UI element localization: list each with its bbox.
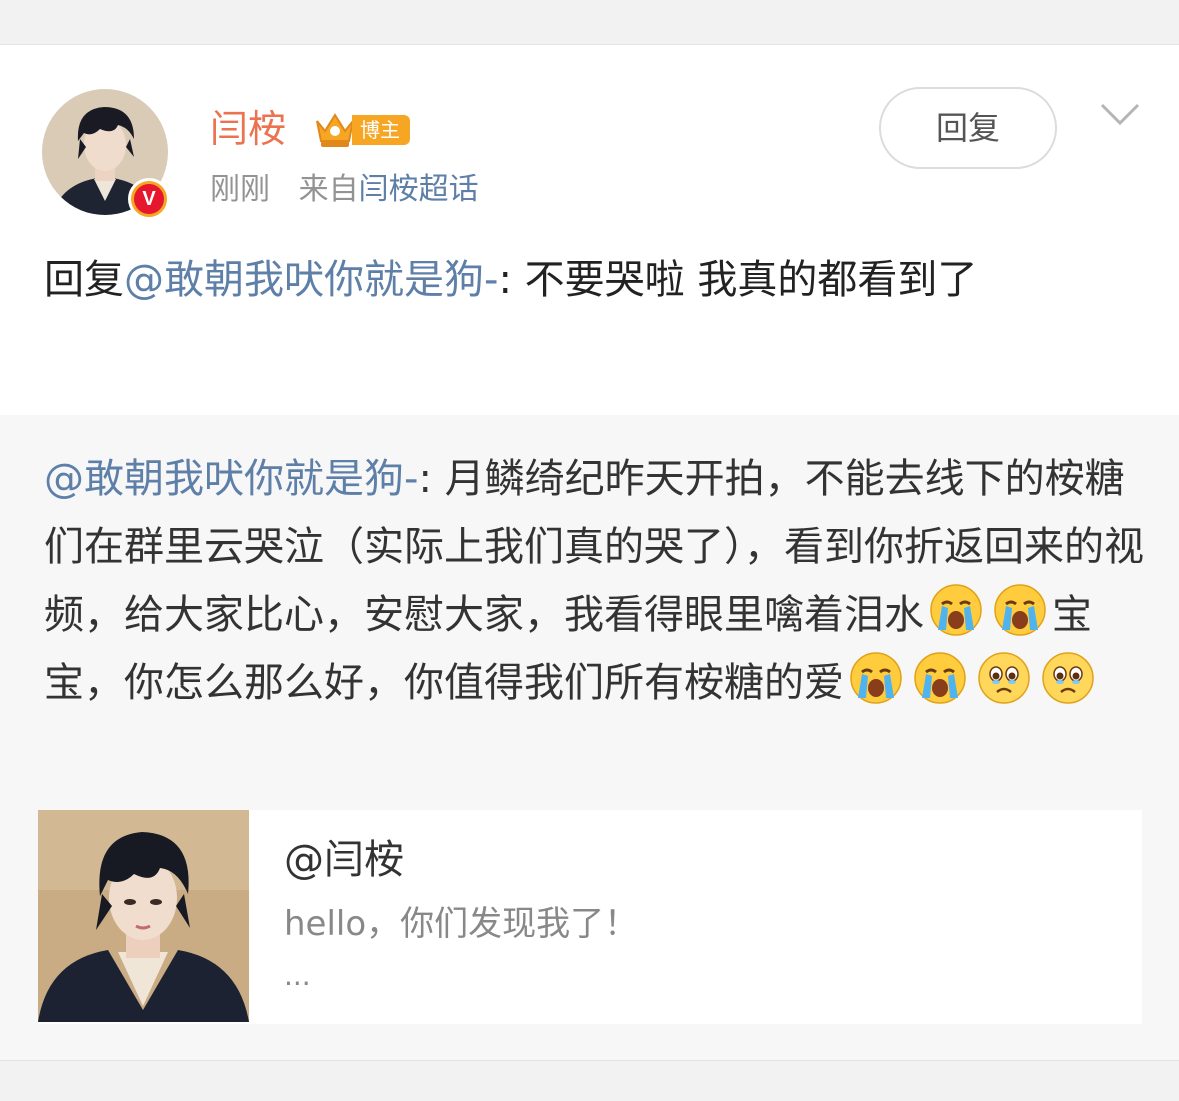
quoted-text: @敢朝我吠你就是狗-: 月鳞绮纪昨天开拍，不能去线下的桉糖们在群里云哭泣（实际上… — [44, 445, 1144, 717]
reply-text: 回复@敢朝我吠你就是狗-: 不要哭啦 我真的都看到了 — [44, 245, 1144, 315]
chevron-down-icon[interactable] — [1098, 99, 1142, 129]
quoted-mention-link[interactable]: @敢朝我吠你就是狗- — [44, 456, 418, 502]
blogger-badge: 博主 — [352, 115, 410, 145]
crying-emoji-icon — [914, 652, 966, 704]
quoted-post[interactable]: @敢朝我吠你就是狗-: 月鳞绮纪昨天开拍，不能去线下的桉糖们在群里云哭泣（实际上… — [0, 415, 1179, 1060]
crying-emoji-icon — [850, 652, 902, 704]
author-name[interactable]: 闫桉 — [210, 103, 286, 155]
teary-eyed-emoji-icon — [1042, 652, 1094, 704]
crown-icon — [316, 113, 354, 147]
weibo-post: V 闫桉 博主 刚刚 来自闫桉超话 回复 回复@敢朝我吠你就是狗-: 不要哭啦 … — [0, 45, 1179, 1060]
top-separator — [0, 0, 1179, 45]
crying-emoji-icon — [994, 584, 1046, 636]
teary-eyed-emoji-icon — [978, 652, 1030, 704]
card-ellipsis: ... — [284, 959, 311, 992]
reply-button[interactable]: 回复 — [879, 87, 1057, 169]
card-description: hello，你们发现我了！ — [284, 904, 639, 944]
card-thumbnail — [38, 810, 249, 1022]
source-link[interactable]: 闫桉超话 — [359, 172, 479, 207]
card-title: @闫桉 — [284, 837, 404, 883]
source-prefix: 来自 — [298, 172, 359, 207]
crying-emoji-icon — [930, 584, 982, 636]
bottom-separator — [0, 1060, 1179, 1101]
verified-badge-icon: V — [128, 178, 170, 220]
reply-mention-link[interactable]: @敢朝我吠你就是狗- — [124, 257, 498, 303]
link-card[interactable]: @闫桉 hello，你们发现我了！ ... — [38, 810, 1142, 1024]
post-meta: 刚刚 来自闫桉超话 — [210, 169, 479, 211]
reply-prefix: 回复 — [44, 257, 124, 303]
post-time: 刚刚 — [210, 172, 270, 207]
reply-body: : 不要哭啦 我真的都看到了 — [498, 257, 978, 303]
